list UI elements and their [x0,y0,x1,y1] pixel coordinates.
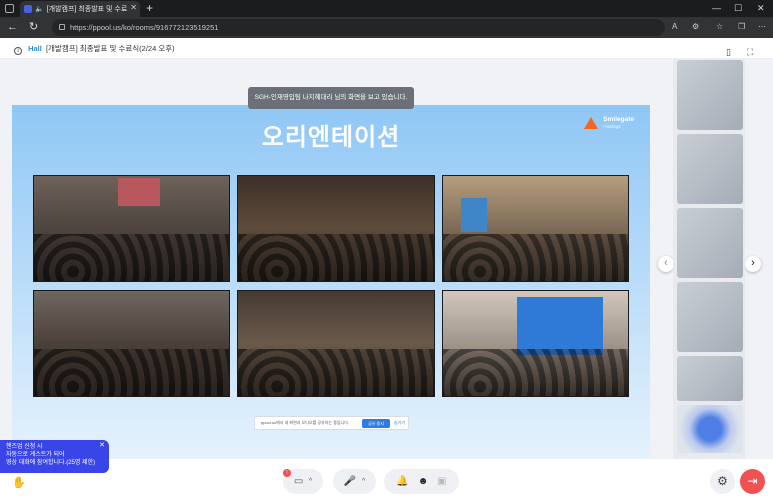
participant-tile[interactable] [677,356,743,401]
info-icon[interactable]: i [14,47,22,55]
window-close-icon[interactable]: ✕ [757,0,765,16]
participant-tile[interactable] [677,60,743,130]
screen-share-notice: ppool.us에서 내 화면과 오디오를 공유하는 중입니다. 공유 중지 숨… [254,416,409,430]
emoji-icon[interactable]: ☻ [418,476,429,487]
collections-icon[interactable]: ❐ [738,21,745,33]
url-field[interactable]: https://ppool.us/ko/rooms/91677212351925… [52,19,665,36]
room-title: [개발캠프] 최종발표 및 수료식(2/24 오후) [45,44,175,53]
screen-share-stage: SGH-인재영입팀 나지혜대리 님의 화면을 보고 있습니다. 오리엔테이션 S… [0,59,773,461]
address-bar-row: ← ↻ https://ppool.us/ko/rooms/9167721235… [0,17,773,38]
notification-icon[interactable]: 🔔 [396,476,408,487]
mic-off-icon[interactable]: 🎤 [344,476,356,487]
tooltip-line: 핸즈업 신청 시 [6,444,43,450]
camera-warning-badge: ! [283,469,291,477]
participant-tile[interactable] [677,282,743,352]
screen-share-text: ppool.us에서 내 화면과 오디오를 공유하는 중입니다. [261,420,350,425]
shared-slide: 오리엔테이션 Smilegate Holdings ppool.us에서 내 화… [12,105,650,461]
participant-tile[interactable] [677,134,743,204]
projector-screen [517,297,603,355]
refresh-icon[interactable]: ↻ [29,19,38,36]
participant-tile[interactable] [677,208,743,278]
mic-options-chevron-icon[interactable]: ^ [362,478,365,485]
app-root: i Hall [개발캠프] 최종발표 및 수료식(2/24 오후) ▯ ⛶ SG… [0,38,773,498]
hide-notice-button[interactable]: 숨기기 [394,417,405,429]
mic-control[interactable]: 🎤 ^ [333,469,376,494]
tooltip-close-icon[interactable]: ✕ [99,442,105,450]
projector-screen [461,198,487,232]
slide-photo [237,175,435,282]
leave-icon[interactable]: ⇥ [740,469,765,494]
brand-sub: Holdings [603,124,621,129]
participant-strip [673,59,745,459]
tab-title: [개발캠프] 최종발표 및 수료 [46,6,128,13]
reaction-controls: 🔔 ☻ ▣ [384,469,459,494]
camera-off-icon[interactable]: ▭ [294,476,303,487]
slide-photo [33,175,230,282]
tooltip-line: 자동으로 게스트가 되어 [6,452,65,458]
settings-icon[interactable]: ⚙ [710,469,735,494]
favicon-icon [24,5,32,13]
favorites-icon[interactable]: ☆ [716,21,723,33]
browser-tab-bar: 🔈 [개발캠프] 최종발표 및 수료 ✕ + — ☐ ✕ [0,0,773,17]
slide-photo [442,290,629,397]
slide-photo [33,290,230,397]
stop-sharing-button[interactable]: 공유 중지 [362,419,390,428]
brand-logo: Smilegate Holdings [584,116,634,130]
slide-title: 오리엔테이션 [261,124,401,151]
projector-screen [118,178,160,206]
more-icon[interactable]: ⋯ [758,21,766,33]
hall-label: Hall [28,44,42,53]
slide-photo [237,290,435,397]
hand-raise-icon[interactable]: ✋ [12,476,26,489]
minimize-icon[interactable]: — [712,0,721,16]
control-bar: ▭ ^ ! 🎤 ^ 🔔 ☻ ▣ ⚙ ⇥ [0,459,773,498]
tab-close-icon[interactable]: ✕ [130,3,137,12]
brand-triangle-icon [584,117,599,129]
window-menu-icon[interactable] [5,4,14,13]
lock-icon [59,24,65,30]
url-text: https://ppool.us/ko/rooms/91677212351925… [70,23,219,32]
participant-tile[interactable] [677,405,743,453]
tooltip-line: 영상 대화에 참여합니다.(25명 제한) [6,460,96,466]
read-aloud-icon[interactable]: A [672,21,677,33]
back-arrow-icon[interactable]: ← [7,19,18,36]
speaker-icon[interactable]: 🔈 [35,5,44,13]
brand-name: Smilegate [603,116,634,123]
chat-icon[interactable]: ▣ [437,476,446,487]
slide-photo [442,175,629,282]
hands-up-tooltip: ✕ 핸즈업 신청 시 자동으로 게스트가 되어 영상 대화에 참여합니다.(25… [0,440,109,473]
next-page-arrow-icon[interactable]: › [745,256,761,272]
camera-options-chevron-icon[interactable]: ^ [309,478,312,485]
extensions-icon[interactable]: ⚙ [692,21,699,33]
prev-page-arrow-icon[interactable]: ‹ [658,256,674,272]
viewing-screen-toast: SGH-인재영입팀 나지혜대리 님의 화면을 보고 있습니다. [248,87,414,109]
browser-tab[interactable]: 🔈 [개발캠프] 최종발표 및 수료 ✕ [20,1,140,17]
maximize-icon[interactable]: ☐ [734,0,742,16]
room-info-bar: i Hall [개발캠프] 최종발표 및 수료식(2/24 오후) ▯ ⛶ [0,38,773,59]
new-tab-button[interactable]: + [146,0,153,16]
